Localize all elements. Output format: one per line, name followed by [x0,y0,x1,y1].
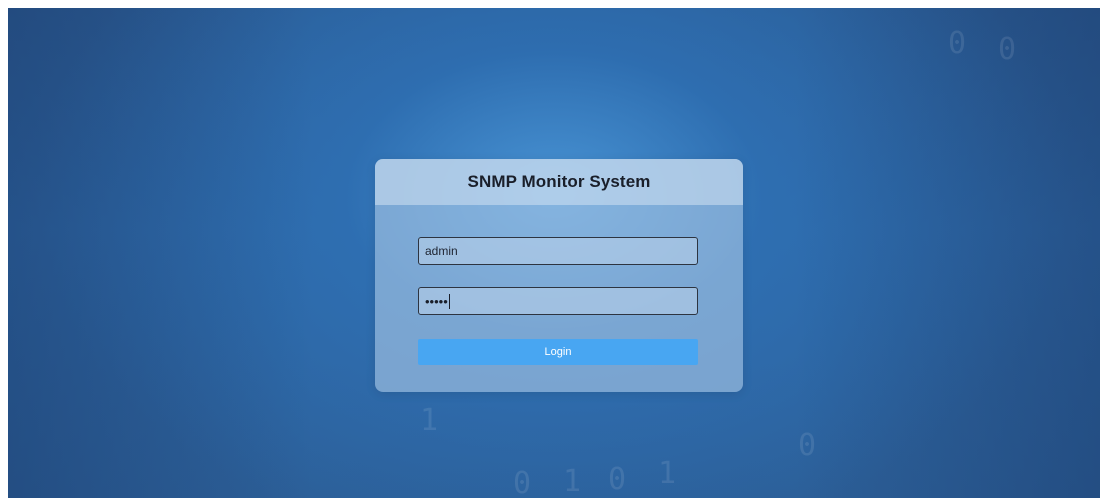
password-input[interactable]: ••••• [418,287,698,315]
username-input[interactable] [418,237,698,265]
decor-digit: 1 [563,464,582,498]
login-card-header: SNMP Monitor System [375,159,743,205]
password-mask: ••••• [425,293,448,309]
decor-digit: 1 [420,403,439,438]
text-caret [448,293,450,309]
login-card: SNMP Monitor System ••••• Login [375,159,743,392]
decor-digit: 0 [608,462,627,497]
login-screen: 0 1 0 1 1 0 0 0 SNMP Monitor System ••••… [8,8,1100,498]
decor-digit: 0 [513,466,532,498]
decor-digit: 0 [798,428,817,463]
decor-digit: 0 [948,26,967,61]
page-title: SNMP Monitor System [467,172,651,191]
decor-digit: 1 [658,456,677,491]
login-button[interactable]: Login [418,339,698,365]
decor-digit: 0 [998,32,1017,67]
